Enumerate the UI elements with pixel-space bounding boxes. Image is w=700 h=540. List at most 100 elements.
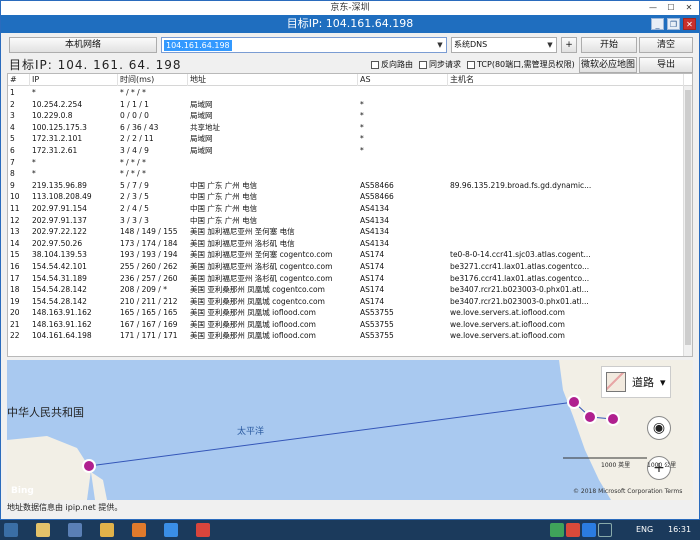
remote-desktop-icon[interactable] [68, 523, 82, 537]
table-row[interactable]: 3 10.229.0.8 0 / 0 / 0 局域网 * [8, 110, 692, 122]
minimize-button[interactable]: _ [651, 18, 664, 30]
table-row[interactable]: 2 10.254.2.254 1 / 1 / 1 局域网 * [8, 99, 692, 111]
table-cell: 219.135.96.89 [32, 180, 87, 190]
target-ip-heading: 目标IP: 104. 161. 64. 198 [9, 58, 182, 72]
route-marker-guangzhou[interactable] [82, 459, 96, 473]
table-cell: AS174 [360, 273, 385, 283]
tray-app-icon[interactable] [550, 523, 564, 537]
close-icon[interactable]: ✕ [681, 2, 697, 14]
table-cell: 美国 亚利桑那州 凤凰城 cogentco.com [190, 285, 325, 295]
table-row[interactable]: 22 104.161.64.198 171 / 171 / 171 美国 亚利桑那州 … [8, 330, 692, 342]
close-button[interactable]: ✕ [683, 18, 696, 30]
sync-request-checkbox[interactable]: 同步请求 [419, 60, 461, 70]
route-marker-phoenix[interactable] [606, 412, 620, 426]
table-row[interactable]: 21 148.163.91.162 167 / 167 / 169 美国 亚利桑那州 … [8, 319, 692, 331]
table-row[interactable]: 9 219.135.96.89 5 / 7 / 9 中国 广东 广州 电信 AS5846… [8, 180, 692, 192]
maximize-icon[interactable]: ☐ [663, 2, 679, 14]
chevron-down-icon[interactable]: ▼ [434, 38, 446, 52]
table-cell: 167 / 167 / 169 [120, 319, 178, 329]
table-row[interactable]: 15 38.104.139.53 193 / 193 / 194 美国 加利福尼亚州 … [8, 249, 692, 261]
table-cell: AS4134 [360, 203, 389, 213]
table-cell: 21 [10, 319, 20, 329]
table-cell: 5 / 7 / 9 [120, 180, 149, 190]
clock[interactable]: 16:31 [668, 520, 691, 540]
chrome-icon[interactable] [196, 523, 210, 537]
map-type-selector[interactable]: 道路 ▾ [601, 366, 671, 398]
table-cell: 3 / 3 / 3 [120, 215, 149, 225]
column-header-address[interactable]: 地址 [188, 74, 358, 86]
table-cell: 5 [10, 134, 15, 144]
toolbar: 本机网络 104.161.64.198 ▼ 系统DNS ▼ + 开始 清空 [7, 37, 693, 55]
table-cell: AS174 [360, 261, 385, 271]
table-row[interactable]: 12 202.97.91.137 3 / 3 / 3 中国 广东 广州 电信 AS413… [8, 215, 692, 227]
column-header-hostname[interactable]: 主机名 [448, 74, 684, 86]
chevron-down-icon[interactable]: ▼ [544, 38, 556, 52]
table-cell: 2 / 2 / 11 [120, 134, 154, 144]
table-row[interactable]: 5 172.31.2.101 2 / 2 / 11 局域网 * [8, 133, 692, 145]
table-row[interactable]: 11 202.97.91.154 2 / 4 / 5 中国 广东 广州 电信 AS413… [8, 203, 692, 215]
table-row[interactable]: 17 154.54.31.189 236 / 257 / 260 美国 加利福尼亚州 … [8, 273, 692, 285]
table-row[interactable]: 16 154.54.42.101 255 / 260 / 262 美国 加利福尼亚州 … [8, 261, 692, 273]
table-cell: 9 [10, 180, 15, 190]
table-row[interactable]: 18 154.54.28.142 208 / 209 / * 美国 亚利桑那州 凤凰城… [8, 284, 692, 296]
table-row[interactable]: 6 172.31.2.61 3 / 4 / 9 局域网 * [8, 145, 692, 157]
table-cell: 202.97.91.154 [32, 203, 87, 213]
start-button[interactable]: 开始 [581, 37, 637, 53]
table-row[interactable]: 7 * * / * / * [8, 157, 692, 169]
table-row[interactable]: 13 202.97.22.122 148 / 149 / 155 美国 加利福尼亚州 … [8, 226, 692, 238]
tcp-mode-checkbox[interactable]: TCP(80端口,需管理员权限) [467, 60, 575, 70]
table-row[interactable]: 20 148.163.91.162 165 / 165 / 165 美国 亚利桑那州 … [8, 307, 692, 319]
column-header-as[interactable]: AS [358, 74, 448, 86]
map-copyright: © 2018 Microsoft Corporation Terms [573, 488, 683, 495]
minimize-icon[interactable]: — [645, 2, 661, 14]
table-row[interactable]: 8 * * / * / * [8, 168, 692, 180]
table-cell: 7 [10, 157, 15, 167]
app-window-controls: _ ❐ ✕ [651, 18, 696, 30]
firefox-icon[interactable] [132, 523, 146, 537]
table-cell: * [360, 145, 364, 155]
scrollbar-thumb[interactable] [685, 90, 691, 345]
folder-icon[interactable] [100, 523, 114, 537]
local-network-button[interactable]: 本机网络 [9, 37, 157, 53]
clear-button[interactable]: 清空 [639, 37, 693, 53]
table-row[interactable]: 10 113.108.208.49 2 / 3 / 5 中国 广东 广州 电信 AS58… [8, 191, 692, 203]
column-header-ip[interactable]: IP [30, 74, 118, 86]
add-dns-button[interactable]: + [561, 37, 577, 53]
table-row[interactable]: 4 100.125.175.3 6 / 36 / 43 共享地址 * [8, 122, 692, 134]
input-language[interactable]: ENG [636, 520, 653, 540]
restore-button[interactable]: ❐ [667, 18, 680, 30]
column-header-index[interactable]: # [8, 74, 30, 86]
table-row[interactable]: 19 154.54.28.142 210 / 211 / 212 美国 亚利桑那州 凤… [8, 296, 692, 308]
tray-app-icon[interactable] [582, 523, 596, 537]
route-map[interactable]: 中华人民共和国 太平洋 道路 ▾ ◉ + Bing 1000 英里 1000 公… [7, 360, 693, 500]
dns-select[interactable]: 系统DNS ▼ [451, 37, 557, 53]
route-marker-los-angeles[interactable] [583, 410, 597, 424]
start-icon[interactable] [4, 523, 18, 537]
table-scrollbar[interactable] [683, 86, 692, 356]
tray-app-icon[interactable] [566, 523, 580, 537]
column-header-time[interactable]: 时间(ms) [118, 74, 188, 86]
table-cell: 3 / 4 / 9 [120, 145, 149, 155]
route-marker-san-jose[interactable] [567, 395, 581, 409]
map-toggle-button[interactable]: 微软必应地图 [579, 57, 637, 73]
export-button[interactable]: 导出 [639, 57, 693, 73]
reverse-route-checkbox[interactable]: 反向路由 [371, 60, 413, 70]
locate-me-button[interactable]: ◉ [647, 416, 671, 440]
table-cell: 171 / 171 / 171 [120, 331, 178, 341]
table-cell: 美国 加利福尼亚州 洛杉矶 cogentco.com [190, 261, 333, 271]
table-cell: be3271.ccr41.lax01.atlas.cogentco... [450, 261, 590, 271]
speaker-icon[interactable] [598, 523, 612, 537]
target-ip-combobox[interactable]: 104.161.64.198 ▼ [161, 37, 447, 53]
terminal-icon[interactable] [36, 523, 50, 537]
table-row[interactable]: 1 * * / * / * [8, 87, 692, 99]
table-cell: 20 [10, 308, 20, 318]
table-cell: 8 [10, 169, 15, 179]
table-row[interactable]: 14 202.97.50.26 173 / 174 / 184 美国 加利福尼亚州 洛… [8, 238, 692, 250]
table-cell: 16 [10, 261, 20, 271]
table-cell: 13 [10, 227, 20, 237]
table-cell: 12 [10, 215, 20, 225]
table-cell: 1 / 1 / 1 [120, 99, 149, 109]
network-tool-icon[interactable] [164, 523, 178, 537]
table-cell: AS53755 [360, 331, 394, 341]
china-label: 中华人民共和国 [7, 406, 84, 419]
